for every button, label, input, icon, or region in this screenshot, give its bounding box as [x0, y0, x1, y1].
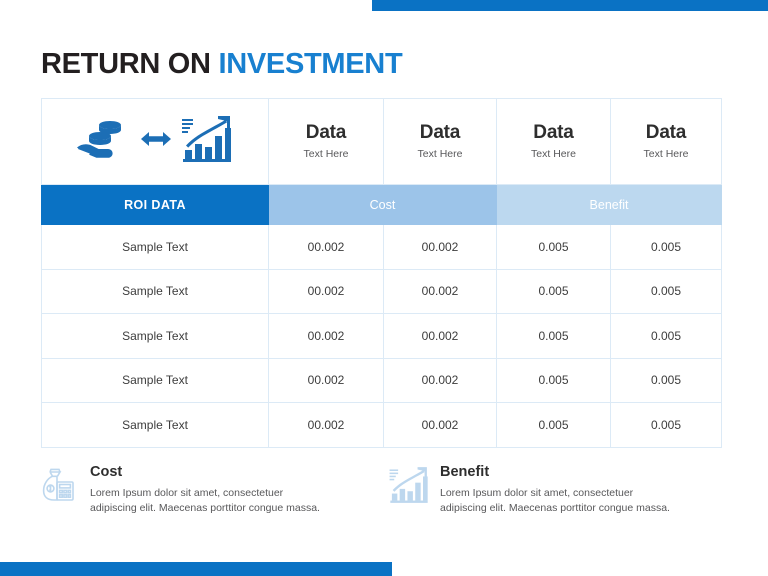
column-header-2: Data Text Here — [383, 98, 497, 185]
feature-benefit-body: Lorem Ipsum dolor sit amet, consectetuer… — [440, 487, 670, 514]
column-header-3: Data Text Here — [496, 98, 611, 185]
feature-benefit-text: Benefit Lorem Ipsum dolor sit amet, cons… — [440, 462, 672, 515]
row-cell-benefit-2: 0.005 — [610, 268, 722, 314]
roi-icon-cell — [41, 98, 269, 185]
table-row: Sample Text 00.002 00.002 0.005 0.005 — [41, 224, 722, 270]
feature-cost-body: Lorem Ipsum dolor sit amet, consectetuer… — [90, 487, 320, 514]
money-bag-calculator-icon — [38, 462, 80, 509]
row-cell-cost-2: 00.002 — [383, 402, 497, 448]
band-cost: Cost — [268, 184, 497, 225]
bar-chart-growth-icon — [180, 114, 234, 169]
row-cell-benefit-2: 0.005 — [610, 402, 722, 448]
row-cell-benefit-2: 0.005 — [610, 313, 722, 359]
column-header-3-title: Data — [533, 121, 574, 143]
feature-cost-text: Cost Lorem Ipsum dolor sit amet, consect… — [90, 462, 322, 515]
bar-chart-growth-icon — [388, 462, 430, 509]
row-cell-cost-1: 00.002 — [268, 268, 384, 314]
table-row: Sample Text 00.002 00.002 0.005 0.005 — [41, 313, 722, 359]
page-title-part-primary: RETURN ON — [41, 48, 211, 80]
row-cell-cost-1: 00.002 — [268, 357, 384, 403]
row-cell-cost-2: 00.002 — [383, 268, 497, 314]
roi-table: Data Text Here Data Text Here Data Text … — [41, 98, 722, 448]
row-cell-cost-2: 00.002 — [383, 357, 497, 403]
top-accent-bar — [372, 0, 768, 11]
row-cell-benefit-2: 0.005 — [610, 224, 722, 270]
row-cell-cost-2: 00.002 — [383, 313, 497, 359]
row-cell-benefit-1: 0.005 — [496, 224, 611, 270]
band-benefit: Benefit — [496, 184, 722, 225]
bottom-accent-bar — [0, 562, 392, 576]
column-header-4-sub: Text Here — [643, 147, 689, 160]
table-row: Sample Text 00.002 00.002 0.005 0.005 — [41, 402, 722, 448]
row-label: Sample Text — [41, 357, 269, 403]
column-header-2-title: Data — [419, 121, 461, 143]
band-roi-data: ROI DATA — [41, 184, 269, 225]
row-label: Sample Text — [41, 224, 269, 270]
row-label: Sample Text — [41, 402, 269, 448]
row-label: Sample Text — [41, 313, 269, 359]
page-title-part-accent: INVESTMENT — [218, 48, 403, 80]
column-header-3-sub: Text Here — [531, 147, 576, 160]
row-cell-benefit-1: 0.005 — [496, 268, 611, 314]
column-header-1-title: Data — [305, 121, 347, 143]
table-row: Sample Text 00.002 00.002 0.005 0.005 — [41, 268, 722, 314]
table-row: Sample Text 00.002 00.002 0.005 0.005 — [41, 357, 722, 403]
feature-cost: Cost Lorem Ipsum dolor sit amet, consect… — [38, 462, 338, 515]
hand-holding-coins-icon — [76, 116, 132, 167]
table-header-row: Data Text Here Data Text Here Data Text … — [41, 98, 722, 185]
column-header-1-sub: Text Here — [303, 147, 349, 160]
feature-cost-heading: Cost — [90, 464, 123, 480]
column-header-1: Data Text Here — [268, 98, 384, 185]
feature-benefit-heading: Benefit — [440, 464, 490, 480]
row-cell-cost-2: 00.002 — [383, 224, 497, 270]
row-cell-benefit-1: 0.005 — [496, 313, 611, 359]
row-cell-benefit-2: 0.005 — [610, 357, 722, 403]
column-header-4: Data Text Here — [610, 98, 722, 185]
column-header-4-title: Data — [645, 121, 687, 143]
row-cell-cost-1: 00.002 — [268, 224, 384, 270]
double-arrow-icon — [139, 128, 173, 155]
column-header-2-sub: Text Here — [417, 147, 463, 160]
page-title: RETURN ON INVESTMENT — [41, 46, 403, 82]
row-cell-benefit-1: 0.005 — [496, 357, 611, 403]
table-group-band-row: ROI DATA Cost Benefit — [41, 184, 722, 225]
row-cell-benefit-1: 0.005 — [496, 402, 611, 448]
row-label: Sample Text — [41, 268, 269, 314]
feature-benefit: Benefit Lorem Ipsum dolor sit amet, cons… — [388, 462, 688, 515]
row-cell-cost-1: 00.002 — [268, 313, 384, 359]
row-cell-cost-1: 00.002 — [268, 402, 384, 448]
